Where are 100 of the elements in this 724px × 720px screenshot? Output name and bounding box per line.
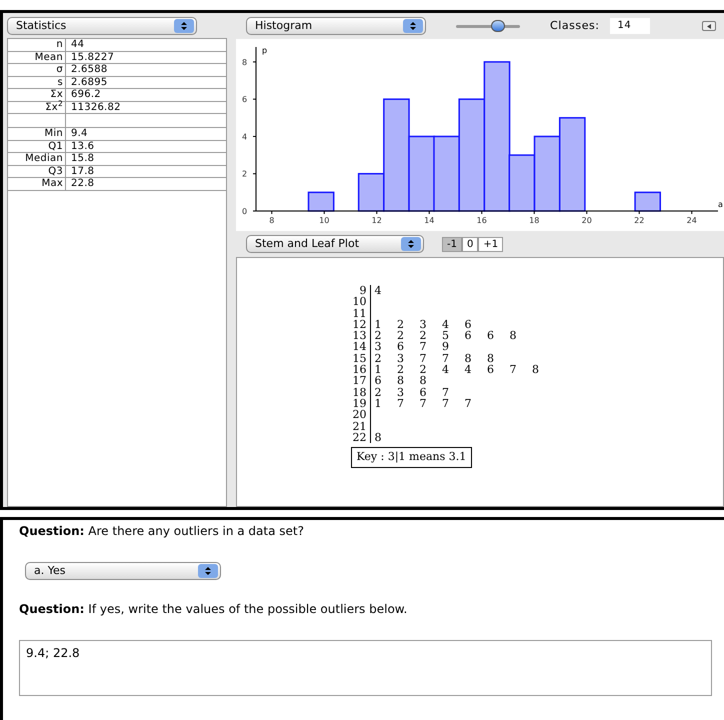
leaf: 7: [510, 364, 518, 376]
leaf: 3: [397, 352, 405, 364]
stem: 13: [350, 330, 370, 342]
leaf: 8: [420, 375, 428, 387]
y-tick-label: 8: [242, 58, 248, 67]
x-tick-label: 22: [634, 216, 644, 225]
leaf: 8: [510, 330, 518, 342]
stepper-icon: [403, 19, 423, 33]
stepper-icon: [174, 19, 194, 33]
stat-value: 15.8227: [70, 52, 114, 63]
stat-value: 44: [70, 39, 84, 50]
y-axis-label: p: [262, 46, 268, 55]
x-tick-label: 14: [424, 216, 434, 225]
stat-label: Σx: [8, 89, 66, 100]
x-tick-label: 18: [529, 216, 540, 225]
leaf: 6: [397, 341, 405, 353]
leaf: 7: [442, 386, 450, 398]
stem: 9: [350, 285, 370, 296]
key-note: Key : 3|1 means 3.1: [350, 447, 472, 468]
stat-label: s: [8, 76, 66, 88]
leaf: 6: [420, 386, 428, 398]
y-tick-label: 2: [242, 170, 248, 179]
stat-label: σ: [8, 64, 66, 76]
leaf: 6: [464, 330, 472, 342]
statistics-dropdown[interactable]: Statistics: [7, 17, 197, 35]
leaf: 8: [374, 432, 382, 444]
stem: 15: [350, 352, 370, 364]
x-tick-label: 24: [686, 216, 697, 225]
answer-box[interactable]: 9.4; 22.8: [19, 640, 712, 696]
adjust-button[interactable]: +1: [478, 236, 504, 252]
leaf: 7: [442, 352, 450, 364]
stat-label: Mean: [8, 52, 66, 63]
leaf: 2: [374, 386, 382, 398]
stat-label: Median: [8, 153, 66, 164]
stem: 19: [350, 398, 370, 410]
leaf: 7: [442, 398, 450, 410]
stepper-icon: [401, 237, 421, 251]
x-tick-label: 8: [269, 216, 274, 225]
collapse-icon[interactable]: [702, 21, 716, 31]
stem: 16: [350, 364, 370, 376]
leaf: 4: [442, 364, 450, 376]
y-tick-label: 4: [242, 132, 248, 142]
stem: 22: [350, 432, 370, 444]
question-text: Question: If yes, write the values of the possible outliers below.: [19, 601, 408, 618]
leaf: 6: [487, 364, 495, 376]
leaf: 6: [374, 375, 382, 387]
leaf: 2: [397, 364, 405, 376]
leaf: 1: [374, 364, 382, 376]
stat-label: Q3: [8, 166, 66, 177]
x-axis-label: a: [718, 200, 723, 209]
stat-value: 2.6588: [70, 64, 108, 76]
stat-value: 22.8: [70, 178, 94, 190]
stat-label: n: [8, 39, 66, 50]
stat-value: 9.4: [70, 128, 88, 140]
leaf: 7: [420, 352, 428, 364]
stem: 10: [350, 296, 370, 308]
stat-label: Min: [8, 128, 66, 140]
stat-label: Max: [8, 178, 66, 190]
leaf: 7: [420, 341, 428, 353]
plot-type-dropdown[interactable]: Stem and Leaf Plot: [246, 235, 424, 253]
leaf: 8: [532, 364, 540, 376]
x-tick-label: 12: [372, 216, 382, 225]
y-tick-label: 0: [242, 207, 248, 216]
y-tick-label: 6: [242, 95, 248, 104]
leaf: 7: [464, 398, 472, 410]
stem: 20: [350, 409, 370, 421]
leaf: 2: [397, 318, 405, 330]
classes-slider[interactable]: [456, 20, 520, 32]
adjust-button[interactable]: -1: [442, 236, 462, 252]
leaf: 3: [397, 386, 405, 398]
adjust-button[interactable]: 0: [462, 236, 478, 252]
leaf: 2: [420, 330, 428, 342]
stat-value: 11326.82: [70, 102, 121, 113]
leaf: 8: [397, 375, 405, 387]
stat-value: 15.8: [70, 153, 94, 164]
leaf: 3: [374, 341, 382, 353]
leaf: 5: [442, 330, 450, 342]
leaf: 7: [420, 398, 428, 410]
slider-thumb[interactable]: [490, 20, 505, 32]
stem: 11: [350, 308, 370, 319]
answer-dropdown[interactable]: a. Yes: [25, 562, 221, 580]
leaf: 4: [374, 285, 382, 296]
stat-value: 17.8: [70, 166, 94, 177]
stat-value: 2.6895: [70, 76, 108, 88]
leaf: 2: [397, 330, 405, 342]
leaf: 3: [420, 318, 428, 330]
stat-value: 696.2: [70, 89, 101, 100]
leaf: 4: [464, 364, 472, 376]
classes-field[interactable]: 14: [610, 18, 650, 34]
histogram-bar: [634, 192, 661, 212]
leaf: 8: [464, 352, 472, 364]
stem: 18: [350, 386, 370, 398]
classes-label: Classes:: [550, 18, 600, 34]
stem: 21: [350, 420, 370, 432]
leaf: 6: [464, 318, 472, 330]
x-tick-label: 10: [319, 216, 330, 225]
leaf: 2: [374, 352, 382, 364]
stem: 12: [350, 318, 370, 330]
chart-type-dropdown[interactable]: Histogram: [246, 17, 426, 35]
leaf: 1: [374, 318, 382, 330]
